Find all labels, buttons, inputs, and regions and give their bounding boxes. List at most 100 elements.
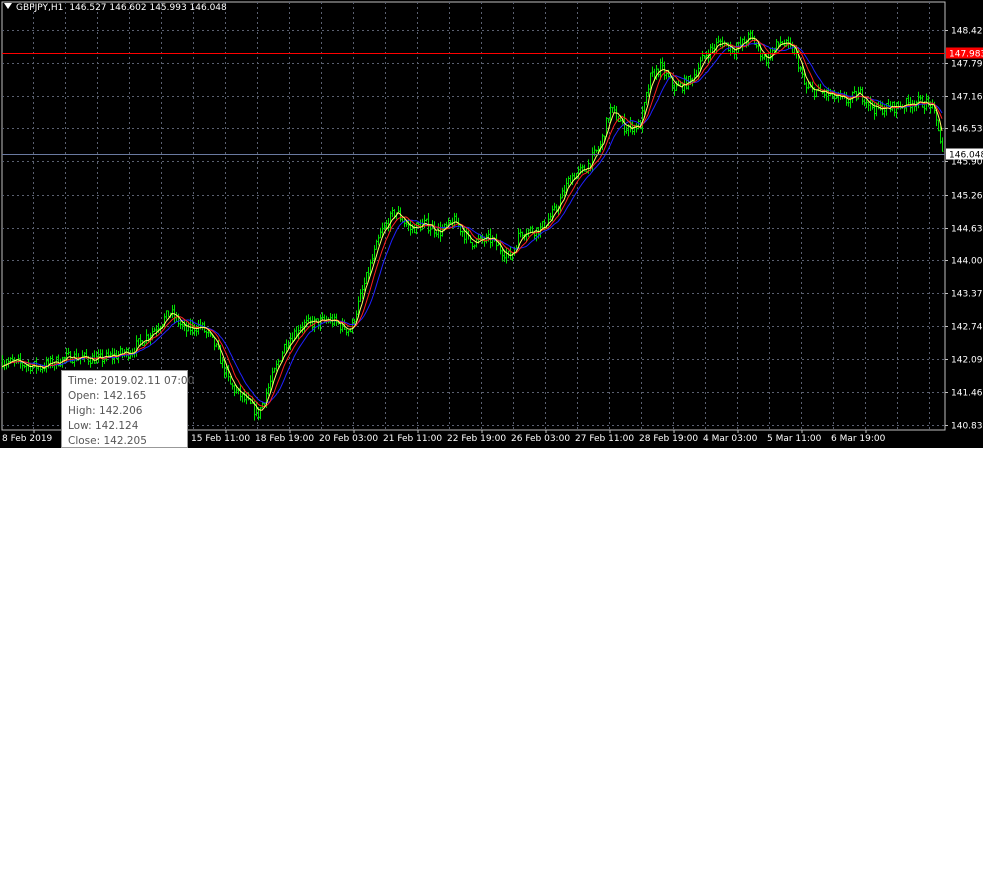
- price-label: 147.795: [951, 60, 983, 70]
- price-bar: [403, 218, 406, 228]
- price-bar: [391, 206, 394, 218]
- time-label: 15 Feb 11:00: [191, 434, 250, 444]
- price-bar: [887, 99, 890, 107]
- price-bar: [49, 355, 52, 369]
- price-bar: [205, 330, 208, 339]
- price-bar: [409, 220, 412, 236]
- price-bar: [541, 221, 544, 229]
- price-bar: [789, 37, 792, 48]
- tooltip-low: Low: 142.124: [68, 420, 139, 432]
- price-bar: [473, 244, 476, 249]
- chart-window[interactable]: 148.425147.795147.165146.535145.905145.2…: [0, 0, 983, 448]
- price-bar: [245, 392, 248, 405]
- time-label: 18 Feb 19:00: [255, 434, 314, 444]
- price-bar: [701, 50, 704, 62]
- data-window-tooltip: Time: 2019.02.11 07:00 Open: 142.165 Hig…: [61, 370, 194, 448]
- price-bar: [427, 213, 430, 234]
- empty-area: [0, 448, 983, 890]
- tooltip-open: Open: 142.165: [68, 390, 147, 402]
- price-bar: [301, 321, 304, 334]
- price-bar: [267, 383, 270, 396]
- price-bar: [491, 235, 494, 247]
- price-bar: [179, 320, 182, 330]
- price-bar: [359, 289, 362, 303]
- price-bar: [347, 330, 350, 337]
- price-bar: [549, 212, 552, 221]
- price-bar: [377, 234, 380, 246]
- price-label: 140.835: [951, 422, 983, 432]
- price-bar: [767, 52, 770, 69]
- price-bar: [81, 350, 84, 359]
- price-label: 146.535: [951, 125, 983, 135]
- price-bar: [521, 231, 524, 239]
- price-bar: [215, 343, 218, 348]
- price-bar: [241, 393, 244, 403]
- price-bar: [495, 233, 498, 251]
- price-bar: [67, 347, 70, 356]
- price-bar: [899, 101, 902, 110]
- price-bar: [311, 315, 314, 332]
- price-bar: [315, 318, 318, 321]
- price-bar: [307, 314, 310, 323]
- dropdown-triangle-icon[interactable]: [4, 3, 12, 9]
- price-bar: [365, 271, 368, 285]
- price-bar: [259, 407, 262, 420]
- price-bar: [375, 239, 378, 250]
- time-label: 5 Mar 11:00: [767, 434, 822, 444]
- price-bar: [563, 185, 566, 197]
- price-bar: [685, 75, 688, 90]
- price-bar: [751, 30, 754, 41]
- price-bar: [185, 321, 188, 337]
- current-price-label: 146.048: [949, 151, 983, 161]
- price-label: 145.260: [951, 192, 983, 202]
- price-bar: [97, 349, 100, 363]
- price-bar: [569, 174, 572, 184]
- price-bar: [351, 318, 354, 334]
- price-bar: [601, 133, 604, 151]
- price-bar: [805, 81, 808, 94]
- price-label: 144.000: [951, 257, 983, 267]
- price-label: 142.095: [951, 356, 983, 366]
- price-bar: [121, 347, 124, 359]
- price-bar: [273, 367, 276, 373]
- price-bar: [893, 101, 896, 117]
- price-bar: [635, 123, 638, 133]
- time-label: 8 Feb 2019: [2, 434, 53, 444]
- price-bars: [1, 29, 944, 421]
- price-label: 148.425: [951, 27, 983, 37]
- price-bar: [941, 137, 944, 152]
- price-bar: [535, 227, 538, 242]
- price-bar: [859, 86, 862, 94]
- price-bar: [167, 310, 170, 318]
- price-label: 141.465: [951, 389, 983, 399]
- price-bar: [231, 382, 234, 390]
- price-bar: [505, 248, 508, 264]
- ohlc-readout: 146.527 146.602 145.993 146.048: [69, 3, 227, 13]
- price-bar: [561, 187, 564, 199]
- price-bar: [921, 95, 924, 108]
- price-bar: [739, 36, 742, 47]
- price-bar: [937, 119, 940, 132]
- price-bar: [329, 312, 332, 324]
- price-bar: [419, 219, 422, 232]
- price-bar: [917, 91, 920, 109]
- price-bar: [647, 84, 650, 97]
- price-bar: [919, 94, 922, 101]
- time-label: 6 Mar 19:00: [831, 434, 886, 444]
- price-bar: [213, 336, 216, 351]
- price-bar: [165, 310, 168, 320]
- price-bar: [279, 360, 282, 362]
- price-bar: [233, 384, 236, 397]
- tooltip-close: Close: 142.205: [68, 435, 147, 447]
- chart-header: GBPJPY,H1 146.527 146.602 145.993 146.048: [4, 3, 227, 13]
- price-bar: [867, 101, 870, 112]
- red-line-price-label: 147.983: [949, 50, 983, 60]
- price-bar: [115, 349, 118, 360]
- price-bar: [221, 357, 224, 369]
- price-bar: [7, 357, 10, 368]
- price-bar: [895, 102, 898, 118]
- price-bar: [283, 343, 286, 354]
- price-bar: [471, 241, 474, 250]
- price-bar: [275, 360, 278, 372]
- price-bar: [261, 402, 264, 409]
